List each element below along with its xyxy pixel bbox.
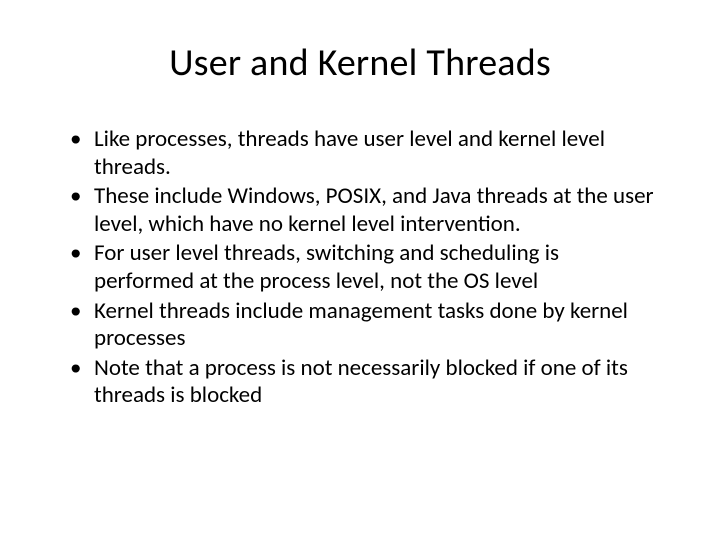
list-item: Like processes, threads have user level … xyxy=(70,126,660,181)
list-item: For user level threads, switching and sc… xyxy=(70,240,660,295)
list-item: Note that a process is not necessarily b… xyxy=(70,355,660,410)
bullet-list: Like processes, threads have user level … xyxy=(70,126,660,410)
list-item: These include Windows, POSIX, and Java t… xyxy=(70,183,660,238)
slide-title: User and Kernel Threads xyxy=(50,40,670,86)
list-item: Kernel threads include management tasks … xyxy=(70,298,660,353)
slide: User and Kernel Threads Like processes, … xyxy=(0,0,720,540)
